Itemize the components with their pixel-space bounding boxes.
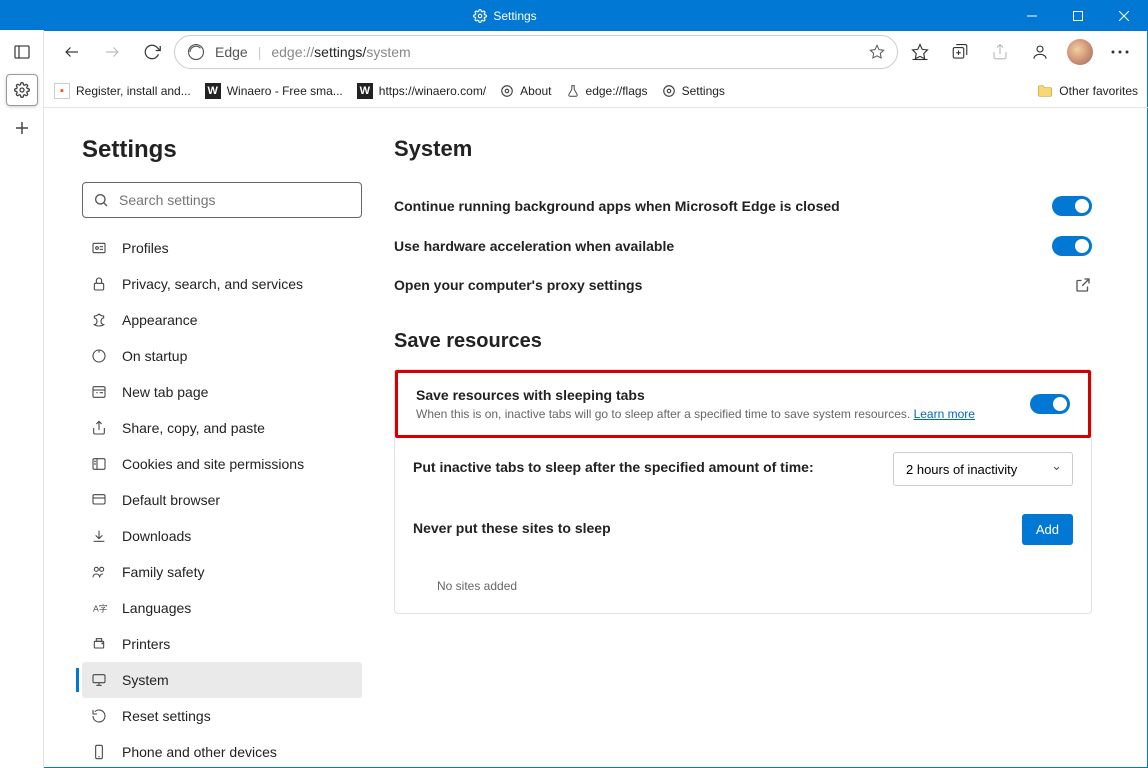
external-link-icon: [1074, 276, 1092, 294]
sidebar-item-system[interactable]: System: [82, 662, 362, 698]
sidebar-item-default-browser[interactable]: Default browser: [82, 482, 362, 518]
new-tab-button[interactable]: [6, 112, 38, 144]
nav-icon: [90, 636, 108, 652]
nav-icon: [90, 348, 108, 364]
sidebar-item-share-copy-and-paste[interactable]: Share, copy, and paste: [82, 410, 362, 446]
section-heading-system: System: [394, 136, 1092, 162]
search-input[interactable]: [82, 182, 362, 218]
settings-sidebar: Settings ProfilesPrivacy, search, and se…: [44, 108, 374, 768]
settings-page: System Continue running background apps …: [374, 108, 1148, 768]
address-url: edge://settings/system: [271, 44, 410, 60]
bookmarks-bar: ▪Register, install and... WWinaero - Fre…: [44, 74, 1148, 108]
nav-icon: [90, 564, 108, 580]
bookmark-item[interactable]: WWinaero - Free sma...: [205, 83, 343, 99]
never-sleep-row: Never put these sites to sleep Add: [395, 500, 1091, 559]
sidebar-item-printers[interactable]: Printers: [82, 626, 362, 662]
bookmark-item[interactable]: edge://flags: [566, 84, 648, 98]
favorites-button[interactable]: [902, 34, 938, 70]
nav-icon: [90, 312, 108, 328]
nav-icon: [90, 528, 108, 544]
refresh-button[interactable]: [134, 34, 170, 70]
more-button[interactable]: [1102, 34, 1138, 70]
tab-settings[interactable]: [6, 74, 38, 106]
sidebar-item-phone-and-other-devices[interactable]: Phone and other devices: [82, 734, 362, 768]
address-label: Edge: [215, 44, 248, 60]
nav-icon: [90, 708, 108, 724]
nav-icon: [90, 384, 108, 400]
sidebar-item-privacy-search-and-services[interactable]: Privacy, search, and services: [82, 266, 362, 302]
add-button[interactable]: Add: [1022, 514, 1073, 545]
minimize-button[interactable]: [1009, 1, 1055, 31]
other-favorites[interactable]: Other favorites: [1037, 84, 1138, 98]
share-button[interactable]: [982, 34, 1018, 70]
vertical-tabs-toggle[interactable]: [6, 36, 38, 68]
vertical-tabs: [0, 30, 44, 768]
edge-icon: [187, 43, 205, 61]
toggle-background-apps[interactable]: [1052, 196, 1092, 216]
forward-button[interactable]: [94, 34, 130, 70]
collections-button[interactable]: [942, 34, 978, 70]
nav-icon: A字: [90, 600, 108, 616]
nav-icon: [90, 420, 108, 436]
nav-icon: [90, 492, 108, 508]
gear-icon: [662, 84, 676, 98]
setting-row-background-apps: Continue running background apps when Mi…: [394, 186, 1092, 226]
sidebar-item-reset-settings[interactable]: Reset settings: [82, 698, 362, 734]
section-heading-save-resources: Save resources: [394, 330, 1092, 353]
nav-icon: [90, 240, 108, 256]
no-sites-text: No sites added: [413, 573, 1073, 599]
nav-icon: [90, 276, 108, 292]
star-outline-icon[interactable]: [869, 44, 885, 60]
sidebar-item-family-safety[interactable]: Family safety: [82, 554, 362, 590]
toggle-sleeping-tabs[interactable]: [1030, 394, 1070, 414]
gear-icon: [473, 9, 487, 23]
sidebar-item-on-startup[interactable]: On startup: [82, 338, 362, 374]
window-title: Settings: [493, 9, 536, 23]
bookmark-item[interactable]: ▪Register, install and...: [54, 83, 191, 99]
sidebar-item-cookies-and-site-permissions[interactable]: Cookies and site permissions: [82, 446, 362, 482]
sidebar-item-appearance[interactable]: Appearance: [82, 302, 362, 338]
nav-icon: [90, 744, 108, 760]
sidebar-item-languages[interactable]: A字Languages: [82, 590, 362, 626]
sidebar-item-profiles[interactable]: Profiles: [82, 230, 362, 266]
sleeping-tabs-row: Save resources with sleeping tabs When t…: [395, 370, 1091, 438]
profile-avatar[interactable]: [1062, 34, 1098, 70]
svg-text:A字: A字: [93, 602, 107, 613]
toolbar: Edge | edge://settings/system: [44, 30, 1148, 74]
bookmark-item[interactable]: About: [500, 84, 551, 98]
person-button[interactable]: [1022, 34, 1058, 70]
bookmark-item[interactable]: Whttps://winaero.com/: [357, 83, 486, 99]
search-icon: [93, 192, 109, 208]
save-resources-card: Save resources with sleeping tabs When t…: [394, 369, 1092, 614]
setting-row-hw-accel: Use hardware acceleration when available: [394, 226, 1092, 266]
learn-more-link[interactable]: Learn more: [914, 407, 975, 421]
bookmark-item[interactable]: Settings: [662, 84, 725, 98]
back-button[interactable]: [54, 34, 90, 70]
nav-icon: [90, 672, 108, 688]
sidebar-title: Settings: [82, 136, 374, 164]
maximize-button[interactable]: [1055, 1, 1101, 31]
sidebar-item-new-tab-page[interactable]: New tab page: [82, 374, 362, 410]
window-titlebar: Settings: [1, 1, 1147, 31]
folder-icon: [1037, 84, 1053, 98]
address-bar[interactable]: Edge | edge://settings/system: [174, 35, 898, 69]
toggle-hw-accel[interactable]: [1052, 236, 1092, 256]
sleep-timeout-row: Put inactive tabs to sleep after the spe…: [395, 438, 1091, 500]
gear-icon: [500, 84, 514, 98]
sidebar-item-downloads[interactable]: Downloads: [82, 518, 362, 554]
close-button[interactable]: [1101, 1, 1147, 31]
sleep-timeout-select[interactable]: 2 hours of inactivity: [893, 452, 1073, 486]
flask-icon: [566, 84, 580, 98]
nav-icon: [90, 456, 108, 472]
setting-row-proxy[interactable]: Open your computer's proxy settings: [394, 266, 1092, 304]
